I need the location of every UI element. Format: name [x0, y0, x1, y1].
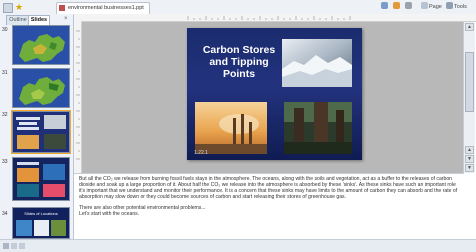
slide-footer: 1.22.1: [194, 150, 208, 156]
page-menu-label: Page: [429, 4, 442, 10]
europe-map-image: [13, 26, 69, 64]
slide-sorter-icon[interactable]: [11, 243, 17, 249]
forest-photo: [284, 102, 352, 154]
tab-outline[interactable]: Outline: [6, 15, 30, 25]
slide-number-34: 34: [2, 211, 8, 217]
slide-number-32: 32: [2, 112, 8, 118]
slide-thumbnail-34[interactable]: Slides of Locations: [12, 207, 70, 239]
close-pane-icon[interactable]: ×: [64, 15, 68, 24]
europe-map-image: [13, 69, 69, 107]
tools-menu-label: Tools: [454, 4, 467, 10]
document-tab[interactable]: environmental businesses1.ppt: [56, 2, 150, 14]
slide-number-31: 31: [2, 70, 8, 76]
notes-paragraph: Let's start with the oceans.: [79, 211, 140, 217]
status-bar: [0, 239, 476, 252]
slides-pane: Outline Slides × 30 31 32 33 34 Slides o…: [0, 14, 74, 239]
industrial-smokestacks-photo: [195, 102, 267, 154]
scroll-down-icon[interactable]: ▼: [465, 164, 474, 172]
carbon-stores-thumbnail: [13, 112, 69, 152]
document-tab-label: environmental businesses1.ppt: [68, 5, 144, 11]
page-icon: [421, 2, 428, 9]
slide-number-33: 33: [2, 159, 8, 165]
slideshow-icon[interactable]: [19, 243, 25, 249]
print-button[interactable]: [405, 2, 413, 12]
powerpoint-file-icon: [59, 5, 65, 11]
next-slide-icon[interactable]: ▼: [465, 155, 474, 163]
print-icon: [405, 2, 412, 9]
horizontal-ruler: [74, 14, 476, 22]
ruler-ticks: [187, 16, 351, 20]
feeds-icon: [393, 2, 400, 9]
thumbnail-caption: Slides of Locations: [24, 211, 58, 216]
slide-thumbnail-31[interactable]: [12, 68, 70, 108]
glacier-photo: [282, 39, 352, 87]
slide-number-30: 30: [2, 27, 8, 33]
home-icon: [381, 2, 388, 9]
slide-title: Carbon Stores and Tipping Points: [202, 44, 276, 80]
page-menu-button[interactable]: Page: [421, 2, 442, 12]
slide-thumbnail-33[interactable]: [12, 157, 70, 201]
slide-scrollbar[interactable]: ▲ ▲ ▼ ▼: [463, 22, 475, 173]
speaker-notes[interactable]: But all the CO₂ we release from burning …: [79, 176, 459, 222]
scrollbar-thumb[interactable]: [465, 52, 474, 112]
browser-tab-bar: ★ environmental businesses1.ppt Page Too…: [0, 0, 476, 15]
normal-view-icon[interactable]: [3, 243, 9, 249]
slide-thumbnail-30[interactable]: [12, 25, 70, 65]
vertical-ruler: [74, 21, 82, 173]
tab-slides[interactable]: Slides: [28, 15, 50, 25]
previous-slide-icon[interactable]: ▲: [465, 146, 474, 154]
ocean-slide-thumbnail: [13, 158, 69, 200]
notes-paragraph: But all the CO₂ we release from burning …: [79, 176, 458, 200]
slide-thumbnail-32[interactable]: [11, 110, 71, 154]
ruler-ticks: [76, 30, 80, 160]
tools-icon: [446, 2, 453, 9]
scroll-up-icon[interactable]: ▲: [465, 23, 474, 31]
feeds-button[interactable]: [393, 2, 401, 12]
home-button[interactable]: [381, 2, 389, 12]
window-icon: [3, 3, 13, 13]
tools-menu-button[interactable]: Tools: [446, 2, 467, 12]
favorites-star-icon[interactable]: ★: [14, 2, 24, 12]
locations-thumbnail-images: [16, 220, 66, 236]
